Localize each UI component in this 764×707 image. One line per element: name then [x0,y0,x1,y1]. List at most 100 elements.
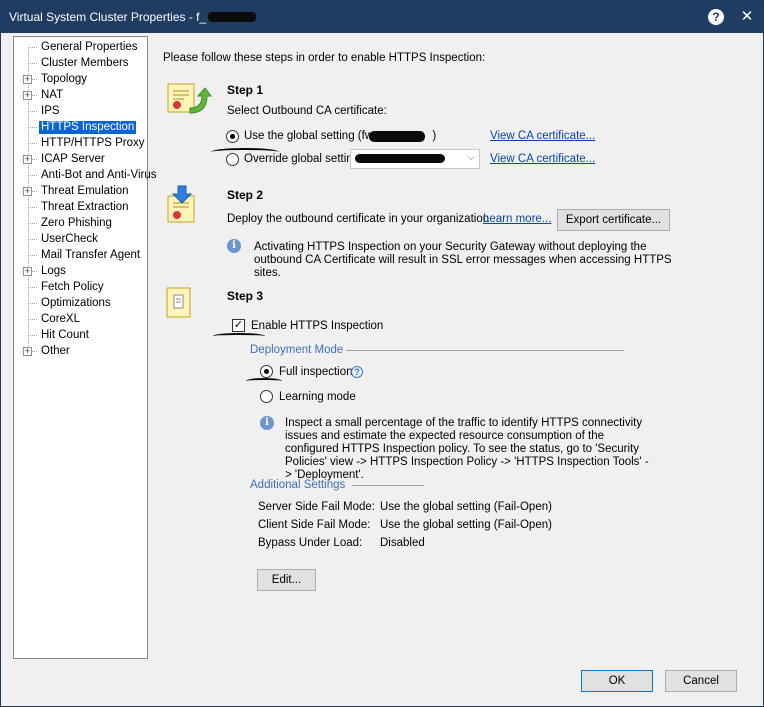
tree-connector [28,207,37,208]
enable-https-inspection-checkbox[interactable]: ✓ [232,319,245,332]
help-icon[interactable]: ? [351,366,363,378]
learning-mode-info-text: Inspect a small percentage of the traffi… [285,417,649,481]
tree-connector [28,111,37,112]
tree-item[interactable]: Anti-Bot and Anti-Virus [14,168,157,183]
learning-mode-label: Learning mode [279,391,356,403]
tree-item[interactable]: Cluster Members [14,56,147,71]
tree-connector [28,287,37,288]
client-side-fail-mode-value: Use the global setting (Fail-Open) [380,519,552,531]
tree-connector [28,127,37,128]
tree-item[interactable]: Optimizations [14,296,147,311]
additional-settings-label: Additional Settings [250,479,346,491]
tree-item-label: NAT [41,89,64,101]
tree-item-label: Anti-Bot and Anti-Virus [41,169,157,181]
tree-connector [28,47,37,48]
title-bar: Virtual System Cluster Properties - f_ ?… [1,1,763,33]
tree-connector [28,303,37,304]
tree-item-label: UserCheck [41,233,98,245]
tree-connector [28,335,37,336]
tree-item[interactable]: IPS [14,104,147,119]
redacted-cert-name [369,131,425,142]
tree-item[interactable]: HTTP/HTTPS Proxy [14,136,147,151]
expand-icon[interactable]: + [23,155,32,164]
tree-item-label: ICAP Server [41,153,105,165]
tree-item-label: Threat Emulation [41,185,129,197]
chevron-down-icon: ⌵ [467,152,475,163]
tree-item-label: Threat Extraction [41,201,129,213]
tree-item[interactable]: + ICAP Server [14,152,147,167]
tree-item[interactable]: UserCheck [14,232,147,247]
tree-item[interactable]: General Properties [14,40,147,55]
redacted-override-value [355,154,445,163]
server-side-fail-mode-label: Server Side Fail Mode: [258,501,375,513]
tree-item-label: Mail Transfer Agent [41,249,141,261]
use-global-setting-radio[interactable] [226,130,239,143]
server-side-fail-mode-value: Use the global setting (Fail-Open) [380,501,552,513]
client-side-fail-mode-label: Client Side Fail Mode: [258,519,371,531]
expand-icon[interactable]: + [23,267,32,276]
tree-item[interactable]: Fetch Policy [14,280,147,295]
cancel-button[interactable]: Cancel [665,670,737,692]
use-global-setting-text: Use the global setting (fwt [244,130,377,142]
close-button[interactable]: ✕ [736,6,758,28]
tree-item[interactable]: Mail Transfer Agent [14,248,147,263]
category-tree[interactable]: General Properties Cluster Members + Topolo… [13,36,157,659]
deployment-mode-separator [346,350,624,351]
expand-icon[interactable]: + [23,91,32,100]
tree-item[interactable]: Threat Extraction [14,200,147,215]
view-ca-certificate-link-2[interactable]: View CA certificate... [490,153,595,165]
enable-https-inspection-label: Enable HTTPS Inspection [251,320,384,332]
expand-icon[interactable]: + [23,347,32,356]
step2-info-text: Activating HTTPS Inspection on your Secu… [254,241,672,279]
annotation-scribble [213,333,265,339]
intro-text: Please follow these steps in order to en… [163,52,486,64]
tree-item[interactable]: + Threat Emulation [14,184,147,199]
expand-icon[interactable]: + [23,75,32,84]
inspection-policy-icon [166,287,191,318]
tree-item[interactable]: Hit Count [14,328,147,343]
tree-item-label: Optimizations [41,297,111,309]
info-icon: i [227,239,241,253]
ok-button[interactable]: OK [581,670,653,692]
override-global-setting-label: Override global setting [244,153,360,165]
step1-title: Step 1 [227,83,264,97]
tree-item[interactable]: + NAT [14,88,147,103]
tree-item-label: General Properties [41,41,138,53]
info-icon: i [260,416,274,430]
step2-text: Deploy the outbound certificate in your … [227,213,490,225]
tree-connector [28,319,37,320]
tree-item-label: Cluster Members [41,57,129,69]
override-global-setting-radio[interactable] [226,153,239,166]
step1-subtitle: Select Outbound CA certificate: [227,105,387,117]
tree-item[interactable]: CoreXL [14,312,147,327]
tree-connector [28,63,37,64]
tree-item-label: HTTP/HTTPS Proxy [41,137,145,149]
learn-more-link[interactable]: Learn more... [483,213,551,225]
full-inspection-radio[interactable] [260,365,273,378]
step3-title: Step 3 [227,289,264,303]
tree-item[interactable]: Zero Phishing [14,216,147,231]
deployment-mode-label: Deployment Mode [250,344,344,356]
use-global-setting-close: ) [432,130,437,142]
edit-settings-button[interactable]: Edit... [257,569,316,591]
tree-item-label: Fetch Policy [41,281,104,293]
annotation-scribble [246,378,282,384]
certificate-deploy-icon [167,185,195,223]
full-inspection-label: Full inspection [279,366,353,378]
view-ca-certificate-link-1[interactable]: View CA certificate... [490,130,595,142]
tree-item-label: Other [41,345,70,357]
bypass-under-load-value: Disabled [380,537,425,549]
tree-item-label: HTTPS Inspection [39,121,137,134]
tree-connector [28,143,37,144]
help-button[interactable]: ? [708,9,724,25]
window-title: Virtual System Cluster Properties - f_ [9,10,257,24]
tree-item[interactable]: + Topology [14,72,147,87]
expand-icon[interactable]: + [23,187,32,196]
tree-connector [28,223,37,224]
tree-item[interactable]: + Other [14,344,147,359]
export-certificate-button[interactable]: Export certificate... [557,209,670,231]
tree-item[interactable]: + Logs [14,264,147,279]
learning-mode-radio[interactable] [260,390,273,403]
tree-item[interactable]: HTTPS Inspection [14,120,147,135]
additional-settings-separator [352,485,424,486]
